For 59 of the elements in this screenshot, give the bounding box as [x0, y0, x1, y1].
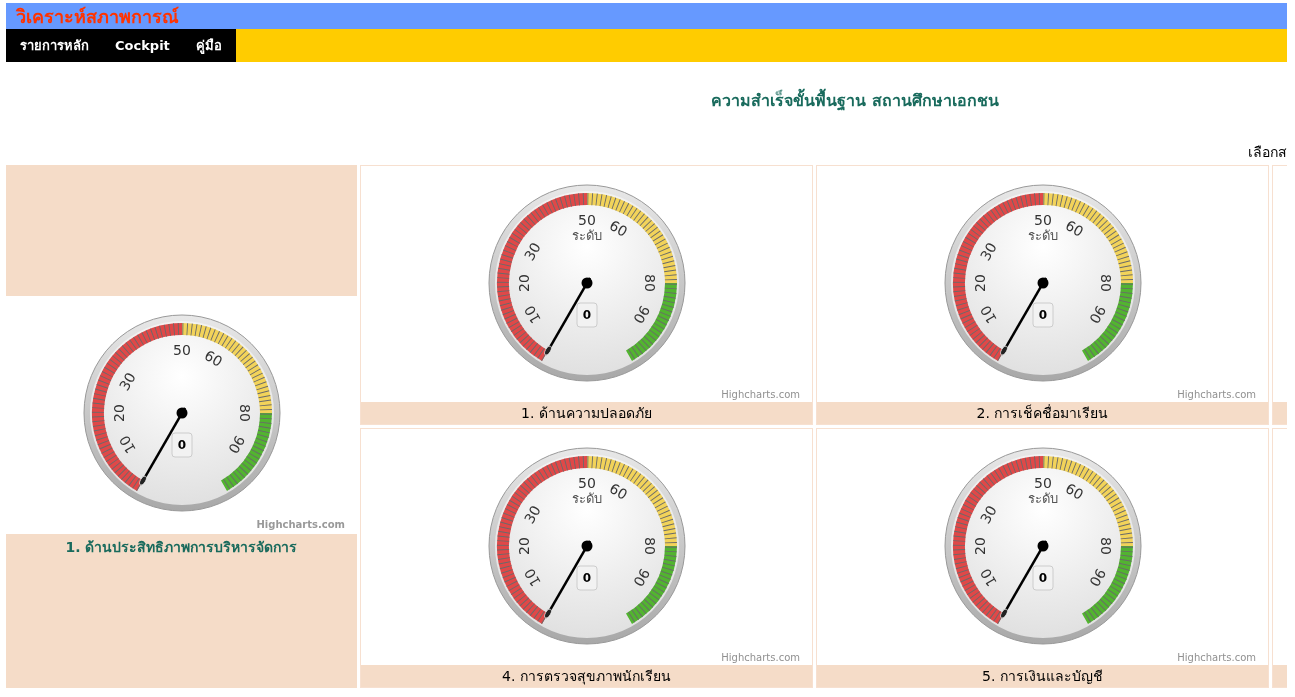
scale-label: 30 [520, 502, 544, 527]
scale-label: 50 [1033, 475, 1052, 491]
app-title: วิเคราะห์สภาพการณ์ [16, 4, 179, 29]
scale-label: 60 [606, 217, 630, 240]
scale-label: 10 [976, 565, 1000, 590]
scale-label: 50 [577, 475, 596, 491]
scale-label: 20 [515, 274, 532, 292]
scale-label: 50 [1033, 212, 1052, 228]
scale-label: 60 [1062, 480, 1086, 503]
scale-label: 10 [115, 432, 139, 457]
axis-title: ระดับ [571, 491, 602, 506]
nav-link[interactable]: คู่มือ [195, 35, 222, 56]
value-label: 0 [576, 565, 597, 591]
scale-label: 90 [1085, 302, 1109, 327]
scale-label: 30 [976, 502, 1000, 527]
chart-credit[interactable]: Highcharts.com [721, 652, 800, 663]
summary-caption: 1. ด้านประสิทธิภาพการบริหารจัดการ [64, 538, 299, 557]
value-label: 0 [576, 302, 597, 328]
nav-link[interactable]: รายการหลัก [20, 35, 89, 56]
selector-label: เลือกส [1248, 144, 1287, 160]
axis-title: ระดับ [571, 228, 602, 243]
chart-credit[interactable]: Highcharts.com [1177, 389, 1256, 400]
card-caption: 2. การเช็คชื่อมาเรียน [817, 402, 1268, 424]
scale-label: 80 [641, 274, 658, 292]
scale-label: 50 [577, 212, 596, 228]
chart-credit[interactable]: Highcharts.com [256, 519, 345, 530]
card-caption: 4. การตรวจสุขภาพนักเรียน [361, 665, 812, 687]
scale-label: 10 [520, 302, 544, 327]
scale-label: 20 [110, 404, 127, 422]
scale-label: 30 [976, 239, 1000, 264]
scale-label: 80 [1097, 274, 1114, 292]
scale-label: 60 [201, 347, 225, 370]
card-caption: 1. ด้านความปลอดภัย [361, 402, 812, 424]
value-label: 0 [171, 432, 192, 458]
scale-label: 10 [520, 565, 544, 590]
chart-credit[interactable]: Highcharts.com [721, 389, 800, 400]
nav-link[interactable]: Cockpit [115, 38, 170, 53]
value-label: 0 [1032, 302, 1053, 328]
scale-label: 80 [236, 404, 253, 422]
scale-label: 20 [971, 537, 988, 555]
scale-label: 90 [629, 302, 653, 327]
chart-credit[interactable]: Highcharts.com [1177, 652, 1256, 663]
scale-label: 80 [1097, 537, 1114, 555]
scale-label: 20 [515, 537, 532, 555]
scale-label: 60 [1062, 217, 1086, 240]
scale-label: 50 [172, 342, 191, 358]
scale-label: 90 [629, 565, 653, 590]
card-caption: 5. การเงินและบัญชี [817, 665, 1268, 687]
scale-label: 30 [115, 369, 139, 394]
scale-label: 20 [971, 274, 988, 292]
scale-label: 10 [976, 302, 1000, 327]
axis-title: ระดับ [1027, 228, 1058, 243]
scale-label: 30 [520, 239, 544, 264]
value-label: 0 [1032, 565, 1053, 591]
scale-label: 60 [606, 480, 630, 503]
scale-label: 90 [1085, 565, 1109, 590]
scale-label: 80 [641, 537, 658, 555]
scale-label: 90 [224, 432, 248, 457]
axis-title: ระดับ [1027, 491, 1058, 506]
